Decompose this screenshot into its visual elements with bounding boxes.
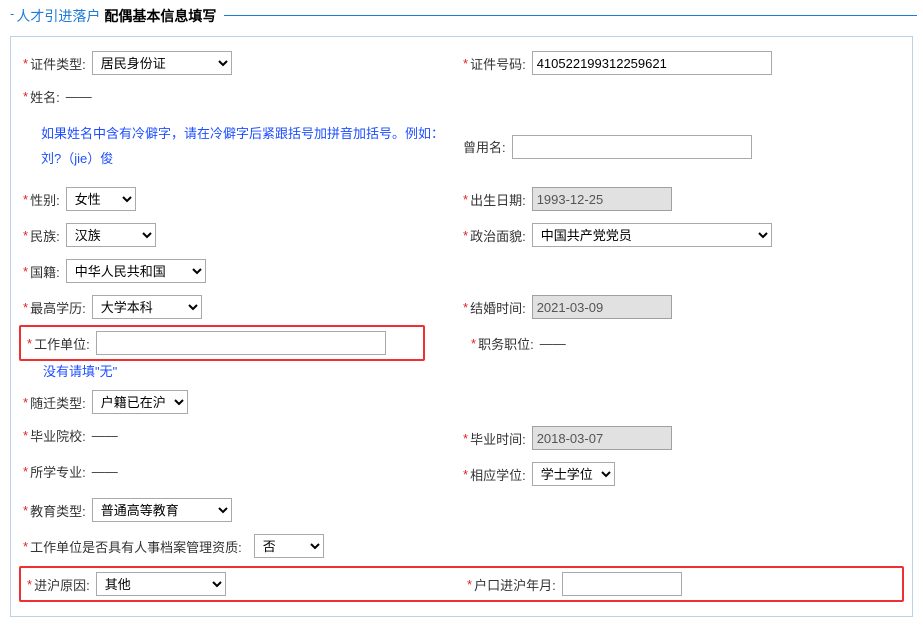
label-country: 国籍: [30, 262, 60, 281]
select-political[interactable]: 中国共产党党员 [532, 223, 772, 247]
input-birth[interactable] [532, 187, 672, 211]
select-gender[interactable]: 女性 [66, 187, 136, 211]
select-archive-q[interactable]: 否 [254, 534, 324, 558]
required-star: * [463, 228, 468, 243]
hint-no-work: 没有请填"无" [15, 361, 908, 384]
label-birth: 出生日期: [470, 190, 526, 209]
label-nation: 民族: [30, 226, 60, 245]
select-edu[interactable]: 大学本科 [92, 295, 202, 319]
label-job: 职务职位: [478, 334, 534, 353]
label-edu: 最高学历: [30, 298, 86, 317]
required-star: * [471, 336, 476, 351]
input-sh-date[interactable] [562, 572, 682, 596]
title-dash: - [10, 6, 14, 21]
title-prefix: 人才引进落户 [16, 6, 100, 26]
required-star: * [23, 464, 28, 479]
title-line [224, 15, 917, 16]
label-political: 政治面貌: [470, 226, 526, 245]
label-major: 所学专业: [30, 462, 86, 481]
select-degree[interactable]: 学士学位 [532, 462, 615, 486]
required-star: * [23, 503, 28, 518]
required-star: * [463, 431, 468, 446]
label-move-type: 随迁类型: [30, 393, 86, 412]
required-star: * [23, 89, 28, 104]
required-star: * [27, 336, 32, 351]
required-star: * [463, 467, 468, 482]
label-gender: 性别: [30, 190, 60, 209]
label-degree: 相应学位: [470, 465, 526, 484]
select-move-type[interactable]: 户籍已在沪 [92, 390, 188, 414]
required-star: * [23, 300, 28, 315]
value-name: —— [66, 89, 92, 104]
input-grad-time[interactable] [532, 426, 672, 450]
value-grad-school: —— [92, 428, 118, 443]
select-country[interactable]: 中华人民共和国 [66, 259, 206, 283]
label-id-type: 证件类型: [30, 54, 86, 73]
input-marry-time[interactable] [532, 295, 672, 319]
required-star: * [463, 56, 468, 71]
required-star: * [27, 577, 32, 592]
required-star: * [23, 539, 28, 554]
required-star: * [463, 300, 468, 315]
required-star: * [23, 264, 28, 279]
required-star: * [23, 395, 28, 410]
select-id-type[interactable]: 居民身份证 [92, 51, 232, 75]
required-star: * [23, 428, 28, 443]
label-archive-q: 工作单位是否具有人事档案管理资质: [30, 537, 242, 556]
label-former-name: 曾用名: [463, 137, 506, 156]
select-edu-type[interactable]: 普通高等教育 [92, 498, 232, 522]
required-star: * [23, 56, 28, 71]
label-sh-date: 户口进沪年月: [474, 575, 556, 594]
select-nation[interactable]: 汉族 [66, 223, 156, 247]
form-container: * 证件类型: 居民身份证 * 证件号码: * 姓名: —— 如果姓名中含有冷僻… [10, 36, 913, 617]
label-id-no: 证件号码: [470, 54, 526, 73]
label-marry-time: 结婚时间: [470, 298, 526, 317]
highlight-sh-row: * 进沪原因: 其他 * 户口进沪年月: [19, 566, 904, 602]
label-grad-school: 毕业院校: [30, 426, 86, 445]
required-star: * [23, 192, 28, 207]
label-edu-type: 教育类型: [30, 501, 86, 520]
required-star: * [23, 228, 28, 243]
input-id-no[interactable] [532, 51, 772, 75]
select-sh-reason[interactable]: 其他 [96, 572, 226, 596]
label-grad-time: 毕业时间: [470, 429, 526, 448]
label-work-unit: 工作单位: [34, 334, 90, 353]
required-star: * [467, 577, 472, 592]
value-job: —— [540, 336, 566, 351]
label-sh-reason: 进沪原因: [34, 575, 90, 594]
form-title: - 人才引进落户 配偶基本信息填写 [0, 0, 923, 30]
required-star: * [463, 192, 468, 207]
title-main: 配偶基本信息填写 [104, 6, 216, 26]
hint-rare-char: 如果姓名中含有冷僻字，请在冷僻字后紧跟括号加拼音加括号。例如：刘?（jie）俊 [23, 118, 463, 175]
input-work-unit[interactable] [96, 331, 386, 355]
input-former-name[interactable] [512, 135, 752, 159]
value-major: —— [92, 464, 118, 479]
highlight-work-unit: * 工作单位: [19, 325, 425, 361]
label-name: 姓名: [30, 87, 60, 106]
